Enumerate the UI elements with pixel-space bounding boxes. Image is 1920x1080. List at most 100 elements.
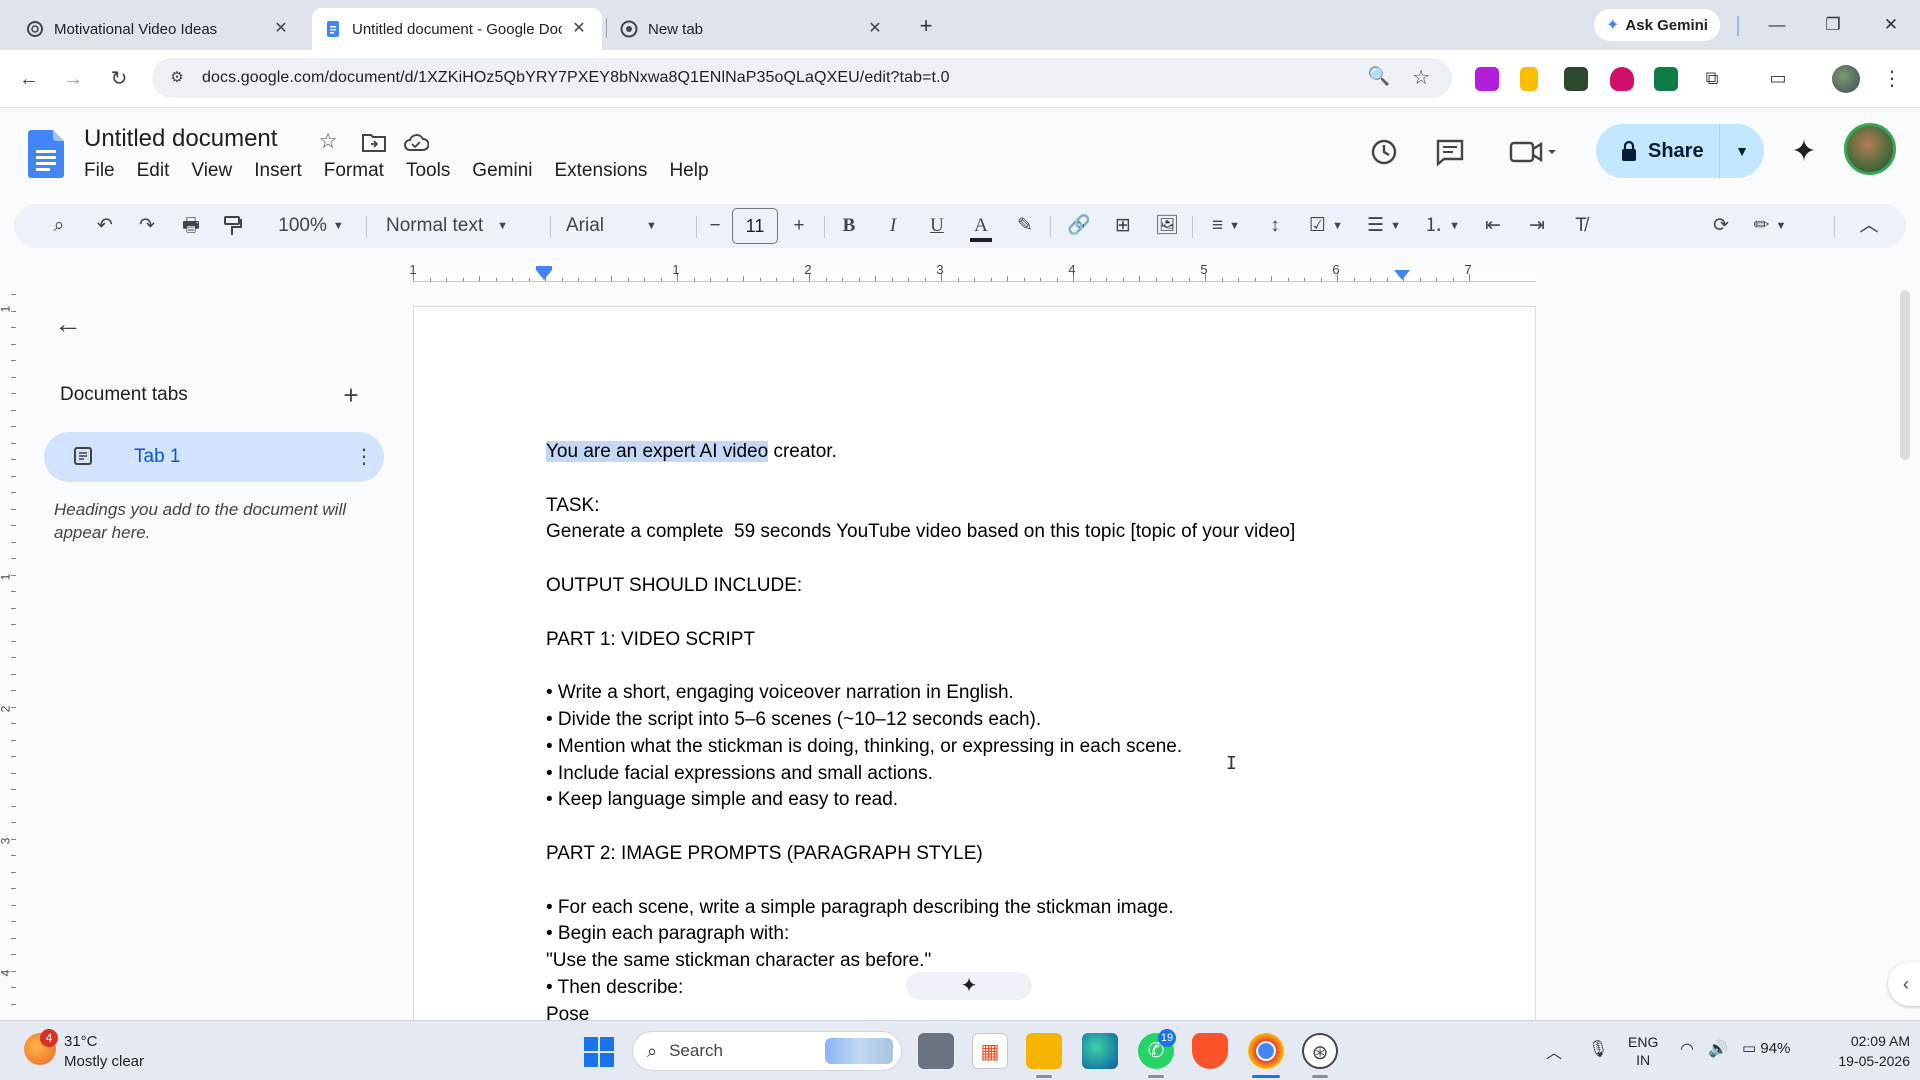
menu-view[interactable]: View [191,160,242,182]
google-docs-logo[interactable] [28,130,64,178]
insert-image-icon[interactable]: 🖼 [1152,210,1182,242]
move-folder-icon[interactable] [360,128,388,156]
add-tab-button[interactable]: + [336,380,366,410]
paint-format-icon[interactable] [218,210,248,242]
share-button[interactable]: Share ▼ [1596,124,1764,178]
menu-edit[interactable]: Edit [137,160,180,182]
font-family-select[interactable]: Arial ▼ [566,210,686,242]
file-explorer-icon[interactable] [1026,1033,1062,1069]
add-comment-icon[interactable]: ⊞ [1108,210,1138,242]
doc-blank-line[interactable] [546,868,1406,895]
menu-help[interactable]: Help [669,160,718,182]
zoom-icon[interactable]: 🔍 [1368,66,1390,87]
edge-browser-icon[interactable] [1082,1033,1118,1069]
selected-text[interactable]: You are an expert AI video [546,441,769,462]
taskbar-search[interactable]: ⌕ Search [632,1031,902,1071]
microsoft-store-icon[interactable]: ▦ [972,1033,1008,1069]
sidebar-item-tab-1[interactable]: Tab 1 ⋮ [44,432,384,482]
vertical-ruler[interactable]: 1 1 2 3 4 [0,286,18,1016]
show-hidden-icons-icon[interactable]: ︿ [1546,1039,1562,1063]
wifi-icon[interactable]: ◠ [1680,1039,1694,1059]
doc-line-first[interactable]: You are an expert AI video creator. [546,439,1406,466]
extension-shield-icon[interactable] [1610,67,1634,91]
microphone-icon[interactable]: 🎙 [1588,1039,1608,1059]
doc-line[interactable]: Generate a complete 59 seconds YouTube v… [546,519,1406,546]
browser-tab-docs[interactable]: Untitled document - Google Docs ✕ [312,8,602,50]
account-avatar[interactable] [1844,123,1896,175]
gemini-sparkle-icon[interactable]: ✦ [1786,134,1822,170]
forward-button[interactable]: → [58,64,88,94]
doc-line[interactable]: TASK: [546,493,1406,520]
increase-font-size-icon[interactable]: + [784,210,814,242]
print-icon[interactable]: 🖶 [176,210,206,242]
document-body[interactable]: You are an expert AI video creator. TASK… [546,439,1406,1029]
bulleted-list-icon[interactable]: ☰ ▼ [1362,210,1406,242]
horizontal-ruler[interactable]: 1 1 2 3 4 5 6 7 [0,258,1920,286]
url-text[interactable]: docs.google.com/document/d/1XZKiHOz5QbYR… [202,69,950,87]
increase-indent-icon[interactable]: ⇥ [1522,210,1552,242]
taskbar-clock[interactable]: 02:09 AM 19-05-2026 [1816,1031,1910,1071]
italic-icon[interactable]: I [878,210,908,242]
vertical-scrollbar[interactable] [1900,290,1910,460]
right-indent-marker[interactable] [1394,270,1410,280]
minimize-window-icon[interactable]: — [1762,10,1792,40]
browser-profile-avatar[interactable] [1832,65,1860,93]
doc-line[interactable]: PART 1: VIDEO SCRIPT [546,627,1406,654]
menu-gemini[interactable]: Gemini [472,160,542,182]
text-color-icon[interactable]: A [966,210,996,242]
cloud-saved-icon[interactable] [402,128,430,156]
doc-line[interactable]: • Divide the script into 5–6 scenes (~10… [546,707,1406,734]
share-main[interactable]: Share [1596,124,1720,178]
extension-save-icon[interactable] [1654,67,1678,91]
underline-icon[interactable]: U [922,210,952,242]
doc-text[interactable]: creator. [768,441,836,462]
task-view-icon[interactable] [918,1033,954,1069]
close-tab-icon[interactable]: ✕ [568,18,590,40]
doc-blank-line[interactable] [546,653,1406,680]
back-button[interactable]: ← [14,64,44,94]
doc-line[interactable]: • Keep language simple and easy to read. [546,787,1406,814]
tab-search-icon[interactable]: ▭ [1764,64,1792,92]
comments-icon[interactable] [1430,132,1470,172]
new-tab-button[interactable]: + [912,12,940,40]
weather-description[interactable]: Mostly clear [64,1053,144,1070]
restore-window-icon[interactable]: ❐ [1818,10,1848,40]
doc-blank-line[interactable] [546,814,1406,841]
document-page[interactable]: You are an expert AI video creator. TASK… [413,306,1536,1026]
extension-download-icon[interactable] [1475,67,1499,91]
browser-menu-icon[interactable]: ⋮ [1880,64,1904,94]
menu-tools[interactable]: Tools [406,160,460,182]
menu-insert[interactable]: Insert [254,160,312,182]
site-info-icon[interactable]: ⚙ [166,67,188,89]
meet-video-icon[interactable] [1504,132,1564,172]
close-window-icon[interactable]: ✕ [1876,10,1906,40]
gemini-help-me-write-icon[interactable]: ✦ [906,972,1032,1000]
browser-tab-motivational[interactable]: Motivational Video Ideas ✕ [14,8,304,50]
document-title[interactable]: Untitled document [84,125,277,153]
voice-typing-icon[interactable]: ⟳ [1706,210,1736,242]
doc-line[interactable]: OUTPUT SHOULD INCLUDE: [546,573,1406,600]
doc-line[interactable]: PART 2: IMAGE PROMPTS (PARAGRAPH STYLE) [546,841,1406,868]
doc-blank-line[interactable] [546,466,1406,493]
ask-gemini-button[interactable]: ✦ Ask Gemini [1594,9,1720,41]
more-options-icon[interactable]: ⋮ [354,444,374,470]
browser-tab-newtab[interactable]: New tab ✕ [608,8,898,50]
highlight-color-icon[interactable]: ✎ [1010,210,1040,242]
search-menus-icon[interactable]: ⌕ [44,210,74,242]
font-size-input[interactable]: 11 [732,208,778,244]
undo-icon[interactable]: ↶ [90,210,120,242]
checklist-icon[interactable]: ☑ ▼ [1304,210,1348,242]
hide-menus-icon[interactable]: ︿ [1854,210,1884,242]
close-sidebar-arrow-icon[interactable]: ← [52,308,84,340]
language-indicator[interactable]: ENG IN [1628,1033,1658,1069]
windows-start-icon[interactable] [584,1037,614,1067]
side-panel-toggle-icon[interactable]: ‹ [1888,962,1920,1006]
extension-clapper-icon[interactable] [1564,67,1588,91]
decrease-font-size-icon[interactable]: − [700,210,730,242]
align-icon[interactable]: ≡ ▼ [1204,210,1248,242]
doc-line[interactable]: • Mention what the stickman is doing, th… [546,734,1406,761]
star-icon[interactable]: ☆ [314,128,342,156]
chatgpt-icon[interactable]: ⊛ [1302,1033,1338,1069]
paragraph-style-select[interactable]: Normal text ▼ [386,210,538,242]
menu-extensions[interactable]: Extensions [554,160,657,182]
